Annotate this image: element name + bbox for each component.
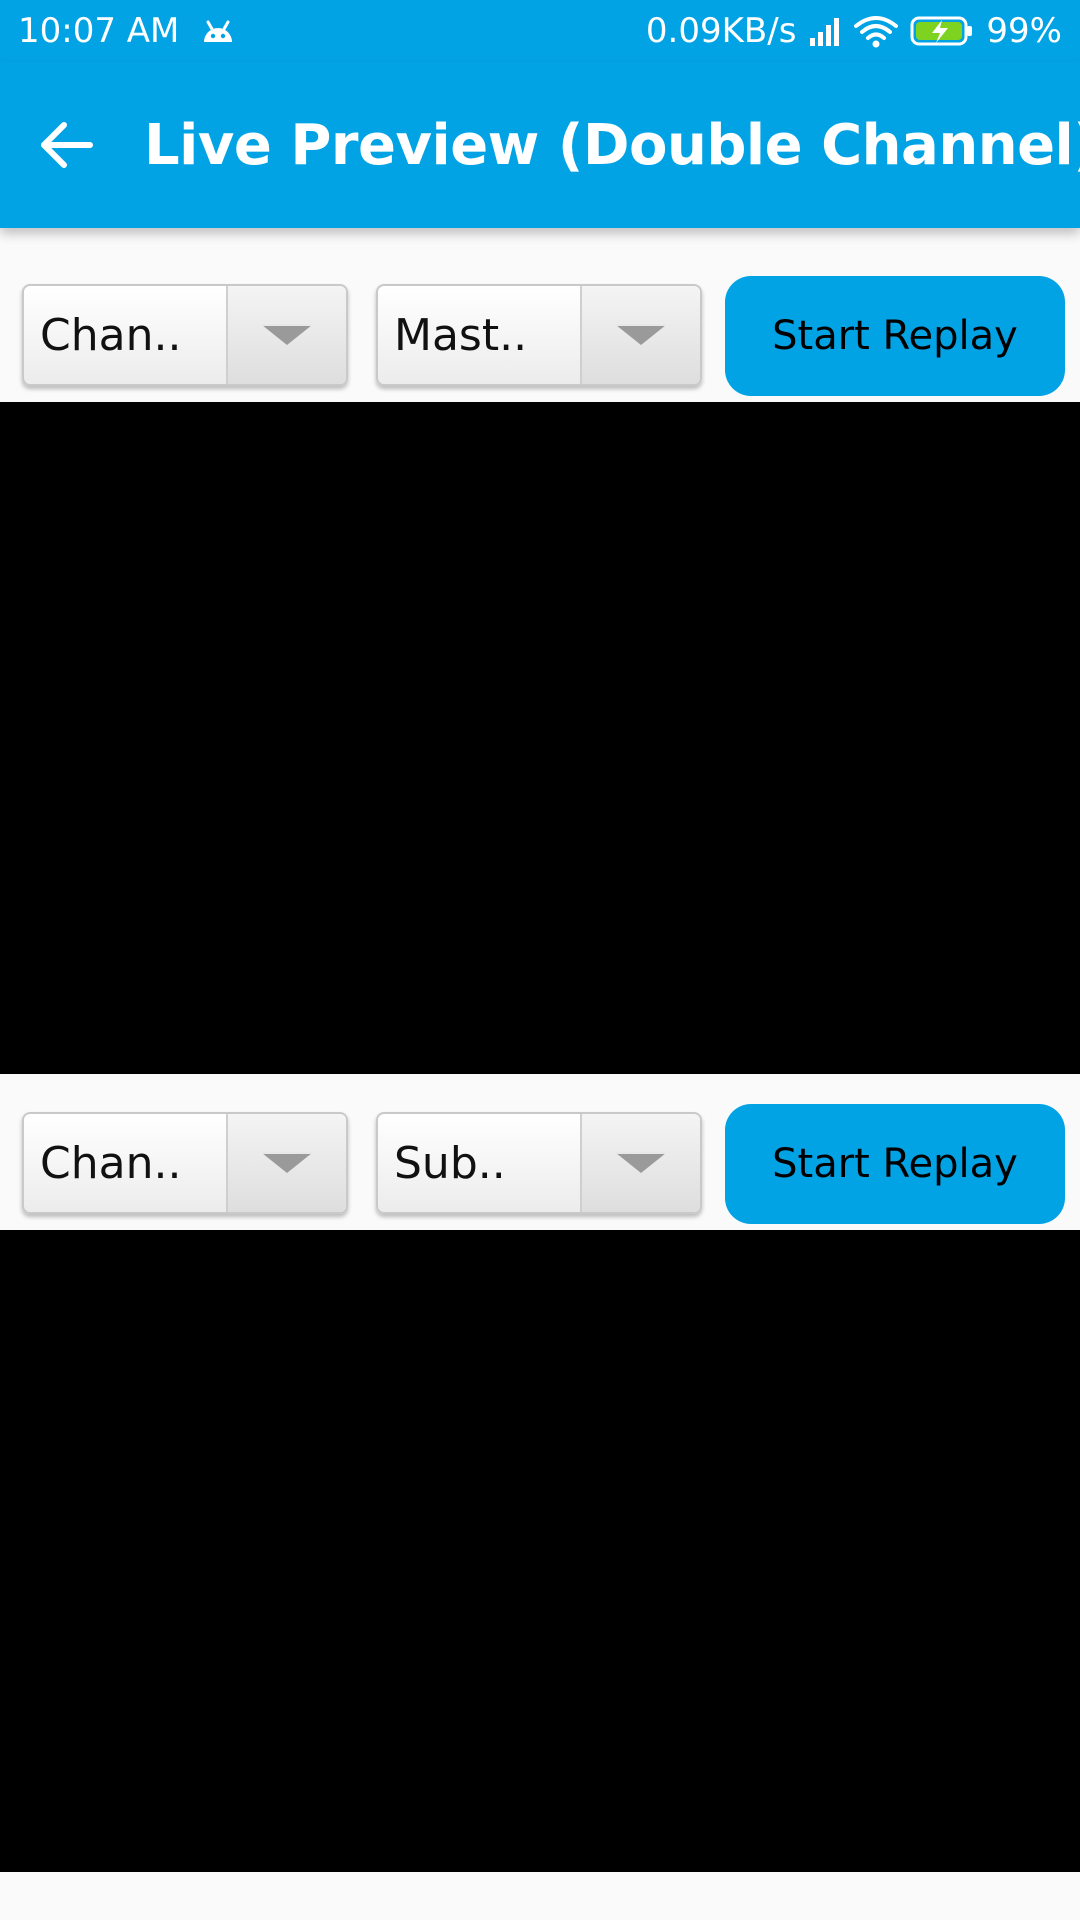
dropdown-arrow-icon	[582, 286, 700, 384]
control-row-2: Chan.. Sub.. Start Replay	[0, 1074, 1080, 1230]
status-left: 10:07 AM	[18, 11, 235, 51]
screen: 10:07 AM 0.09KB/s 99% Live Preview (Doub…	[0, 0, 1080, 1920]
channel-spinner-value: Chan..	[40, 1137, 182, 1189]
dropdown-arrow-icon	[582, 1114, 700, 1212]
channel-spinner[interactable]: Chan..	[22, 1112, 348, 1214]
stream-spinner-value: Sub..	[394, 1137, 506, 1189]
android-notification-icon	[201, 18, 235, 44]
arrow-left-icon	[41, 122, 93, 168]
status-time: 10:07 AM	[18, 11, 180, 51]
back-button[interactable]	[40, 100, 94, 190]
status-right: 0.09KB/s 99%	[646, 11, 1062, 51]
stream-spinner-value: Mast..	[394, 309, 528, 361]
app-bar: Live Preview (Double Channel)	[0, 62, 1080, 228]
channel-spinner[interactable]: Chan..	[22, 284, 348, 386]
wifi-icon	[854, 14, 899, 48]
stream-spinner[interactable]: Mast..	[376, 284, 702, 386]
video-preview-1[interactable]	[0, 402, 1080, 1074]
status-bar: 10:07 AM 0.09KB/s 99%	[0, 0, 1080, 62]
network-speed: 0.09KB/s	[645, 11, 797, 51]
signal-icon	[808, 16, 842, 46]
page-title: Live Preview (Double Channel)	[144, 112, 1080, 178]
start-replay-button[interactable]: Start Replay	[725, 1104, 1065, 1224]
video-preview-2[interactable]	[0, 1230, 1080, 1872]
dropdown-arrow-icon	[228, 1114, 346, 1212]
channel-spinner-value: Chan..	[40, 309, 182, 361]
control-row-1: Chan.. Mast.. Start Replay	[0, 228, 1080, 402]
dropdown-arrow-icon	[228, 286, 346, 384]
start-replay-button[interactable]: Start Replay	[725, 276, 1065, 396]
stream-spinner[interactable]: Sub..	[376, 1112, 702, 1214]
battery-charging-icon	[910, 15, 974, 47]
battery-percent: 99%	[986, 11, 1062, 51]
